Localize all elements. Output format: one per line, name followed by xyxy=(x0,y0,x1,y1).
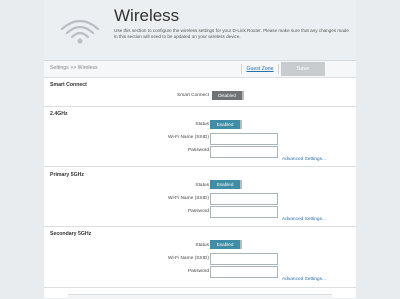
password-label: Password xyxy=(187,148,209,153)
ssid-label: Wi-Fi Name (SSID) xyxy=(167,135,209,140)
status-toggle-handle-secondary-5ghz[interactable] xyxy=(240,240,242,249)
ssid-input-secondary-5ghz[interactable] xyxy=(210,253,278,265)
advanced-settings-link-secondary-5ghz[interactable]: Advanced Settings... xyxy=(282,277,326,282)
breadcrumb: Settings >> Wireless xyxy=(50,65,98,71)
password-label: Password xyxy=(187,269,209,274)
ssid-label: Wi-Fi Name (SSID) xyxy=(167,196,209,201)
status-label: Status xyxy=(195,122,209,127)
page-header: Wireless Use this section to configure t… xyxy=(44,0,356,61)
section-title-24ghz: 2.4GHz xyxy=(50,111,68,117)
divider xyxy=(44,226,356,227)
divider xyxy=(44,106,356,107)
status-toggle-24ghz[interactable]: Enabled xyxy=(210,120,240,129)
wifi-icon xyxy=(60,19,100,44)
guest-zone-link[interactable]: Guest Zone xyxy=(241,64,279,74)
status-toggle-primary-5ghz[interactable]: Enabled xyxy=(210,180,240,189)
advanced-settings-link-24ghz[interactable]: Advanced Settings... xyxy=(282,157,326,162)
smart-connect-toggle-handle[interactable] xyxy=(242,91,244,100)
page-description: Use this section to configure the wirele… xyxy=(114,28,349,39)
status-toggle-handle-primary-5ghz[interactable] xyxy=(240,180,242,189)
smart-connect-label: Smart Connect xyxy=(177,93,209,98)
ssid-input-primary-5ghz[interactable] xyxy=(210,193,278,205)
status-label: Status xyxy=(195,183,209,188)
section-title-primary-5ghz: Primary 5GHz xyxy=(50,172,85,178)
advanced-settings-link-primary-5ghz[interactable]: Advanced Settings... xyxy=(282,217,326,222)
status-toggle-handle-24ghz[interactable] xyxy=(240,120,242,129)
smart-connect-toggle[interactable]: Disabled xyxy=(212,91,242,100)
save-button[interactable]: Save xyxy=(281,62,325,76)
password-label: Password xyxy=(187,209,209,214)
page-title: Wireless xyxy=(114,6,180,25)
ssid-input-24ghz[interactable] xyxy=(210,133,278,145)
footer-bar xyxy=(68,294,332,299)
ssid-label: Wi-Fi Name (SSID) xyxy=(167,256,209,261)
toolbar: Settings >> Wireless Guest Zone Save xyxy=(44,61,356,78)
password-input-primary-5ghz[interactable] xyxy=(210,206,278,218)
status-label: Status xyxy=(195,243,209,248)
section-title-smart-connect: Smart Connect xyxy=(50,82,87,88)
divider xyxy=(44,166,356,167)
section-title-secondary-5ghz: Secondary 5GHz xyxy=(50,231,92,237)
divider xyxy=(44,287,356,288)
password-input-24ghz[interactable] xyxy=(210,146,278,158)
wireless-page: Wireless Use this section to configure t… xyxy=(44,0,356,299)
password-input-secondary-5ghz[interactable] xyxy=(210,266,278,278)
status-toggle-secondary-5ghz[interactable]: Enabled xyxy=(210,240,240,249)
